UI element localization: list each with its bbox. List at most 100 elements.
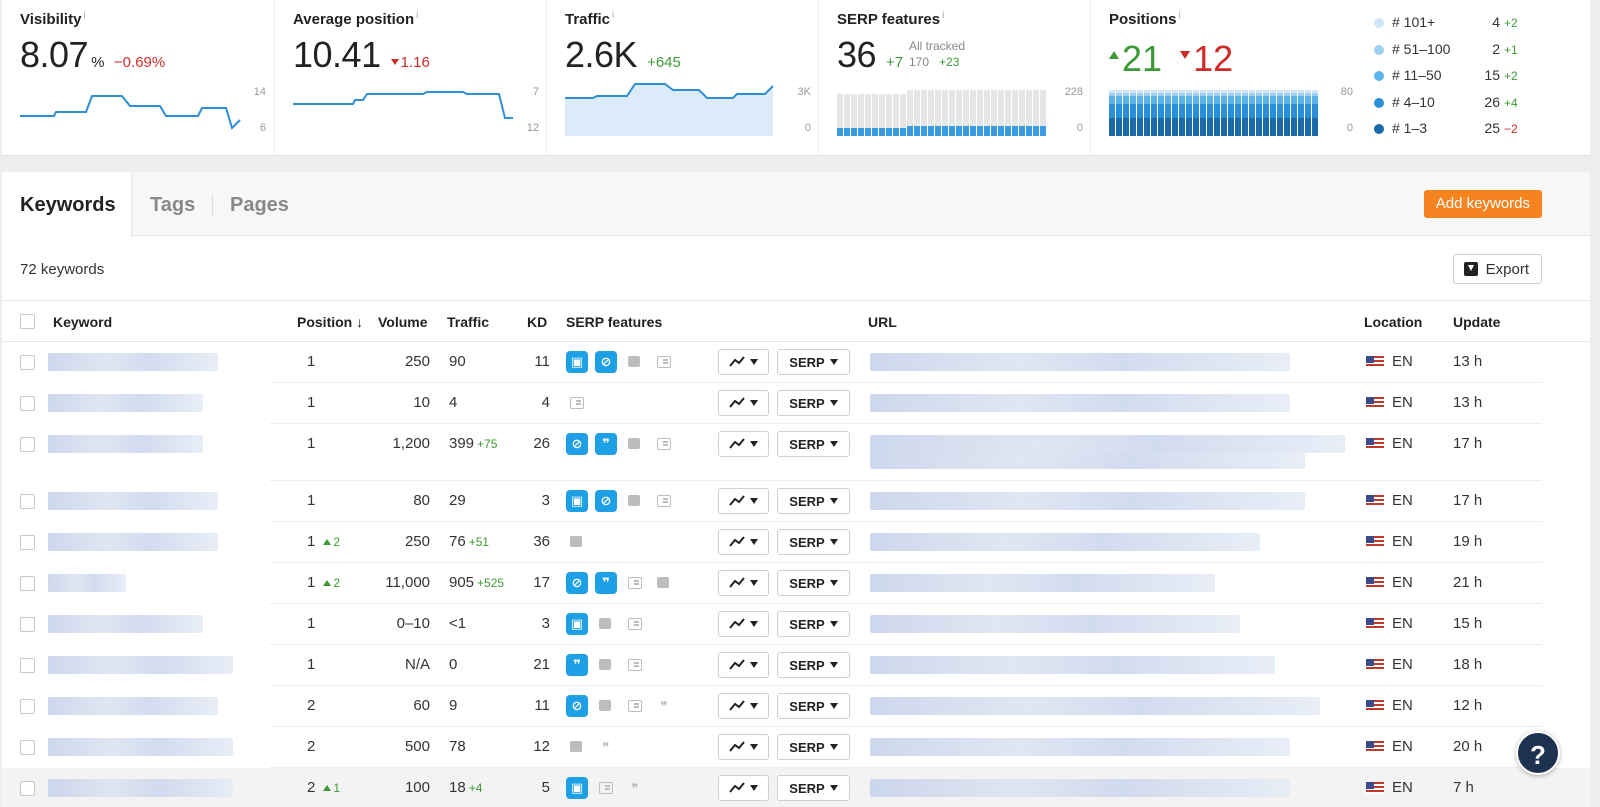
- table-row[interactable]: 1 N/A 0 21 ❞ SERP EN 18 h: [2, 645, 1590, 686]
- info-icon[interactable]: i: [83, 10, 85, 21]
- url-redacted[interactable]: [870, 394, 1290, 412]
- top-stories-icon[interactable]: [628, 700, 642, 712]
- legend-item[interactable]: # 4–10 26 +4: [1372, 92, 1552, 119]
- keyword-redacted[interactable]: [48, 533, 218, 551]
- info-icon[interactable]: i: [612, 10, 614, 21]
- top-stories-icon[interactable]: [628, 618, 642, 630]
- table-row[interactable]: 1 1,200 399 +75 26 ⊘ ❞ SERP EN 17 h: [2, 424, 1590, 481]
- table-row[interactable]: 1 250 90 11 ▣ ⊘ SERP EN 13 h: [2, 342, 1590, 383]
- url-redacted[interactable]: [870, 435, 1345, 453]
- people-also-ask-icon[interactable]: [628, 495, 640, 506]
- position-history-button[interactable]: [718, 734, 769, 760]
- sitelinks-icon[interactable]: ⊘: [566, 695, 588, 717]
- url-redacted[interactable]: [870, 656, 1275, 674]
- table-row[interactable]: 1 2 11,000 905 +525 17 ⊘ ❞ SERP EN 21 h: [2, 563, 1590, 604]
- keyword-redacted[interactable]: [48, 492, 218, 510]
- row-checkbox[interactable]: [20, 740, 35, 755]
- row-checkbox[interactable]: [20, 576, 35, 591]
- select-all-checkbox[interactable]: [20, 314, 35, 329]
- url-redacted[interactable]: [870, 453, 1305, 469]
- position-history-button[interactable]: [718, 431, 769, 457]
- keyword-redacted[interactable]: [48, 394, 203, 412]
- sitelinks-icon[interactable]: ⊘: [566, 433, 588, 455]
- position-history-button[interactable]: [718, 349, 769, 375]
- serp-features-metric[interactable]: SERP features i 36 +7 All tracked 170 +23 …: [818, 0, 1090, 156]
- url-redacted[interactable]: [870, 615, 1240, 633]
- row-checkbox[interactable]: [20, 781, 35, 796]
- serp-button[interactable]: SERP: [777, 775, 850, 801]
- table-row[interactable]: 2 60 9 11 ⊘ ❞ SERP EN 12 h: [2, 686, 1590, 727]
- row-checkbox[interactable]: [20, 617, 35, 632]
- avg-position-metric[interactable]: Average position i 10.41 1.16 7 12: [274, 0, 546, 156]
- image-pack-icon[interactable]: ▣: [566, 777, 588, 799]
- table-row[interactable]: 1 80 29 3 ▣ ⊘ SERP EN 17 h: [2, 481, 1590, 522]
- url-redacted[interactable]: [870, 574, 1215, 592]
- keyword-redacted[interactable]: [48, 738, 233, 756]
- position-history-button[interactable]: [718, 693, 769, 719]
- top-stories-icon[interactable]: [657, 495, 671, 507]
- url-redacted[interactable]: [870, 697, 1320, 715]
- serp-button[interactable]: SERP: [777, 390, 850, 416]
- tab-pages[interactable]: Pages: [212, 172, 307, 236]
- row-checkbox[interactable]: [20, 355, 35, 370]
- quote-icon[interactable]: ❞: [657, 700, 671, 714]
- serp-button[interactable]: SERP: [777, 611, 850, 637]
- legend-item[interactable]: # 1–3 25 −2: [1372, 118, 1552, 145]
- people-also-ask-icon[interactable]: [628, 356, 640, 367]
- serp-button[interactable]: SERP: [777, 529, 850, 555]
- legend-item[interactable]: # 51–100 2 +1: [1372, 39, 1552, 66]
- url-redacted[interactable]: [870, 738, 1290, 756]
- featured-snippet-icon[interactable]: ❞: [595, 572, 617, 594]
- traffic-metric[interactable]: Traffic i 2.6K +645 3K 0: [546, 0, 818, 156]
- row-checkbox[interactable]: [20, 658, 35, 673]
- info-icon[interactable]: i: [942, 10, 944, 21]
- position-history-button[interactable]: [718, 775, 769, 801]
- export-button[interactable]: Export: [1452, 254, 1542, 284]
- featured-snippet-icon[interactable]: ❞: [566, 654, 588, 676]
- tab-tags[interactable]: Tags: [132, 172, 213, 236]
- people-also-ask-icon[interactable]: [599, 700, 611, 711]
- keyword-redacted[interactable]: [48, 435, 203, 453]
- position-history-button[interactable]: [718, 529, 769, 555]
- people-also-ask-icon[interactable]: [599, 659, 611, 670]
- keyword-redacted[interactable]: [48, 656, 233, 674]
- row-checkbox[interactable]: [20, 396, 35, 411]
- position-history-button[interactable]: [718, 570, 769, 596]
- top-stories-icon[interactable]: [628, 577, 642, 589]
- serp-button[interactable]: SERP: [777, 734, 850, 760]
- legend-item[interactable]: # 11–50 15 +2: [1372, 65, 1552, 92]
- people-also-ask-icon[interactable]: [599, 618, 611, 629]
- image-pack-icon[interactable]: ▣: [566, 613, 588, 635]
- sitelinks-icon[interactable]: ⊘: [595, 490, 617, 512]
- col-volume[interactable]: Volume: [378, 314, 428, 330]
- serp-button[interactable]: SERP: [777, 349, 850, 375]
- sitelinks-icon[interactable]: ⊘: [566, 572, 588, 594]
- tab-keywords[interactable]: Keywords: [2, 172, 132, 237]
- row-checkbox[interactable]: [20, 437, 35, 452]
- sitelinks-icon[interactable]: ⊘: [595, 351, 617, 373]
- serp-button[interactable]: SERP: [777, 693, 850, 719]
- keyword-redacted[interactable]: [48, 779, 233, 797]
- row-checkbox[interactable]: [20, 535, 35, 550]
- top-stories-icon[interactable]: [599, 782, 613, 794]
- people-also-ask-icon[interactable]: [570, 741, 582, 752]
- quote-icon[interactable]: ❞: [599, 741, 613, 755]
- top-stories-icon[interactable]: [628, 659, 642, 671]
- info-icon[interactable]: i: [416, 10, 418, 21]
- keyword-redacted[interactable]: [48, 353, 218, 371]
- table-row[interactable]: 2 1 100 18 +4 5 ▣ ❞ SERP EN 7 h: [2, 768, 1590, 807]
- serp-button[interactable]: SERP: [777, 652, 850, 678]
- position-history-button[interactable]: [718, 611, 769, 637]
- table-row[interactable]: 1 2 250 76 +51 36 SERP EN 19 h: [2, 522, 1590, 563]
- keyword-redacted[interactable]: [48, 574, 126, 592]
- keyword-redacted[interactable]: [48, 697, 218, 715]
- position-history-button[interactable]: [718, 488, 769, 514]
- info-icon[interactable]: i: [1179, 10, 1181, 21]
- help-button[interactable]: ?: [1516, 731, 1560, 775]
- serp-button[interactable]: SERP: [777, 488, 850, 514]
- quote-icon[interactable]: ❞: [628, 782, 642, 796]
- legend-item[interactable]: # 101+ 4 +2: [1372, 12, 1552, 39]
- top-stories-icon[interactable]: [657, 438, 671, 450]
- url-redacted[interactable]: [870, 492, 1305, 510]
- people-also-ask-icon[interactable]: [657, 577, 669, 588]
